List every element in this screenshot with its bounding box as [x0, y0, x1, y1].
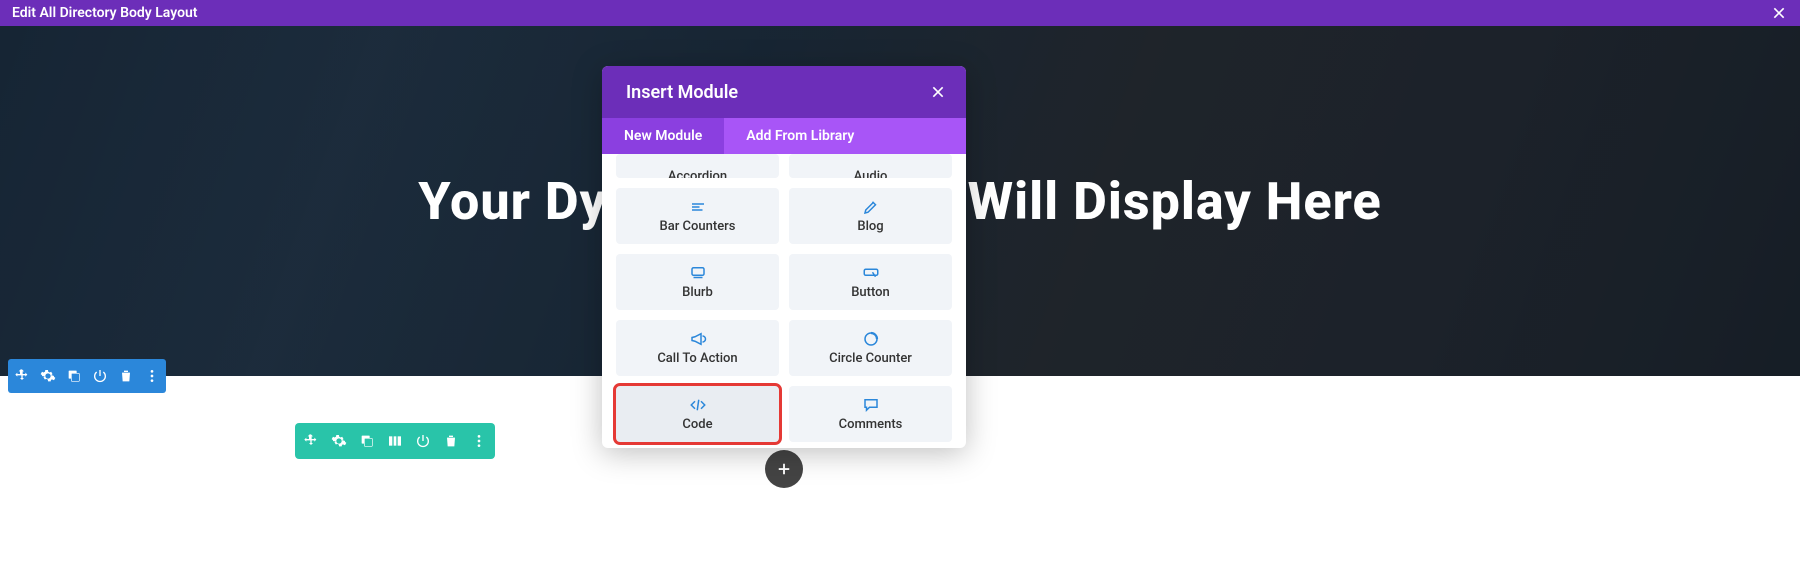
module-label: Call To Action [657, 351, 737, 366]
modal-tabs: New Module Add From Library [602, 118, 966, 154]
move-icon[interactable] [303, 433, 319, 449]
duplicate-icon[interactable] [66, 368, 82, 384]
module-card-call-to-action[interactable]: Call To Action [616, 320, 779, 376]
modal-header: Insert Module [602, 66, 966, 118]
move-icon[interactable] [14, 368, 30, 384]
tab-add-from-library[interactable]: Add From Library [724, 118, 876, 154]
page-header-bar: Edit All Directory Body Layout [0, 0, 1800, 26]
module-label: Comments [839, 417, 903, 432]
section-toolbar [8, 359, 166, 393]
close-icon[interactable] [1770, 4, 1788, 22]
row-toolbar [295, 423, 495, 459]
gear-icon[interactable] [40, 368, 56, 384]
circle-counter-icon [861, 330, 881, 348]
module-card-blurb[interactable]: Blurb [616, 254, 779, 310]
tab-label: Add From Library [746, 128, 854, 144]
module-card-code[interactable]: Code [616, 386, 779, 442]
trash-icon[interactable] [118, 368, 134, 384]
button-icon [861, 264, 881, 282]
blurb-icon [688, 264, 708, 282]
tab-label: New Module [624, 128, 702, 144]
module-label: Audio [854, 169, 888, 178]
power-icon[interactable] [92, 368, 108, 384]
megaphone-icon [688, 330, 708, 348]
module-label: Accordion [668, 169, 727, 178]
pencil-icon [861, 198, 881, 216]
module-list[interactable]: Accordion Audio Bar Counters Blog Blurb … [602, 154, 966, 448]
page-title: Edit All Directory Body Layout [12, 5, 198, 21]
module-card-blog[interactable]: Blog [789, 188, 952, 244]
more-icon[interactable] [144, 368, 160, 384]
module-label: Circle Counter [829, 351, 912, 366]
modal-title: Insert Module [626, 82, 738, 103]
module-label: Blurb [682, 285, 713, 300]
more-icon[interactable] [471, 433, 487, 449]
code-icon [688, 396, 708, 414]
module-label: Code [682, 417, 712, 432]
module-card-circle-counter[interactable]: Circle Counter [789, 320, 952, 376]
tab-new-module[interactable]: New Module [602, 118, 724, 154]
close-icon[interactable] [928, 82, 948, 102]
module-card-bar-counters[interactable]: Bar Counters [616, 188, 779, 244]
module-label: Blog [857, 219, 883, 234]
trash-icon[interactable] [443, 433, 459, 449]
bars-icon [688, 198, 708, 216]
columns-icon[interactable] [387, 433, 403, 449]
module-card-accordion[interactable]: Accordion [616, 154, 779, 178]
insert-module-modal: Insert Module New Module Add From Librar… [602, 66, 966, 448]
gear-icon[interactable] [331, 433, 347, 449]
module-label: Button [851, 285, 890, 300]
module-card-comments[interactable]: Comments [789, 386, 952, 442]
duplicate-icon[interactable] [359, 433, 375, 449]
module-card-audio[interactable]: Audio [789, 154, 952, 178]
module-label: Bar Counters [660, 219, 736, 234]
power-icon[interactable] [415, 433, 431, 449]
module-card-button[interactable]: Button [789, 254, 952, 310]
comments-icon [861, 396, 881, 414]
add-module-button[interactable] [765, 450, 803, 488]
